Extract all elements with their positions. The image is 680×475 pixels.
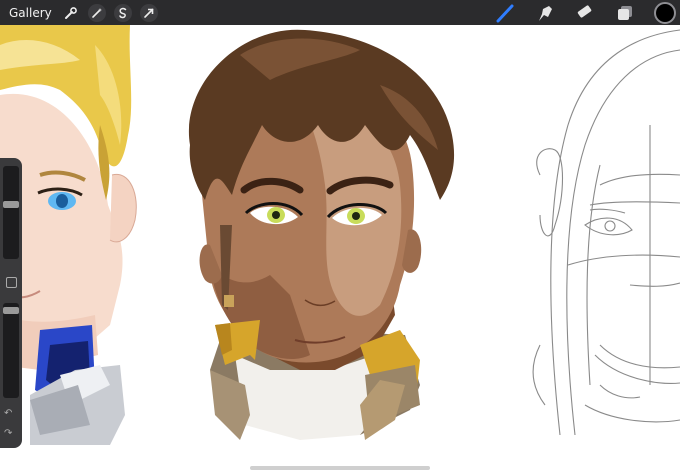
brush-sidebar: ↶ ↷	[0, 158, 22, 448]
sketch-character-drawing	[532, 29, 680, 436]
home-indicator	[250, 466, 430, 470]
transform-arrow-icon[interactable]	[139, 3, 158, 22]
gallery-button[interactable]: Gallery	[9, 6, 52, 20]
brunette-character-drawing	[188, 29, 455, 440]
modify-button[interactable]	[6, 277, 17, 288]
selection-icon[interactable]	[113, 3, 132, 22]
magic-wand-icon[interactable]	[87, 3, 106, 22]
layers-icon[interactable]	[614, 2, 636, 24]
wrench-icon[interactable]	[62, 4, 80, 22]
brush-size-thumb[interactable]	[3, 201, 19, 208]
drawing-canvas[interactable]	[0, 25, 680, 475]
color-picker-button[interactable]	[654, 1, 676, 24]
redo-icon[interactable]: ↷	[4, 428, 12, 439]
undo-icon[interactable]: ↶	[4, 408, 12, 419]
tool-group	[494, 0, 680, 25]
top-toolbar: Gallery	[0, 0, 680, 25]
eraser-icon[interactable]	[574, 2, 596, 24]
smudge-icon[interactable]	[534, 2, 556, 24]
opacity-thumb[interactable]	[3, 307, 19, 314]
brush-icon[interactable]	[494, 2, 516, 24]
brush-size-slider[interactable]	[3, 166, 19, 259]
opacity-slider[interactable]	[3, 303, 19, 398]
